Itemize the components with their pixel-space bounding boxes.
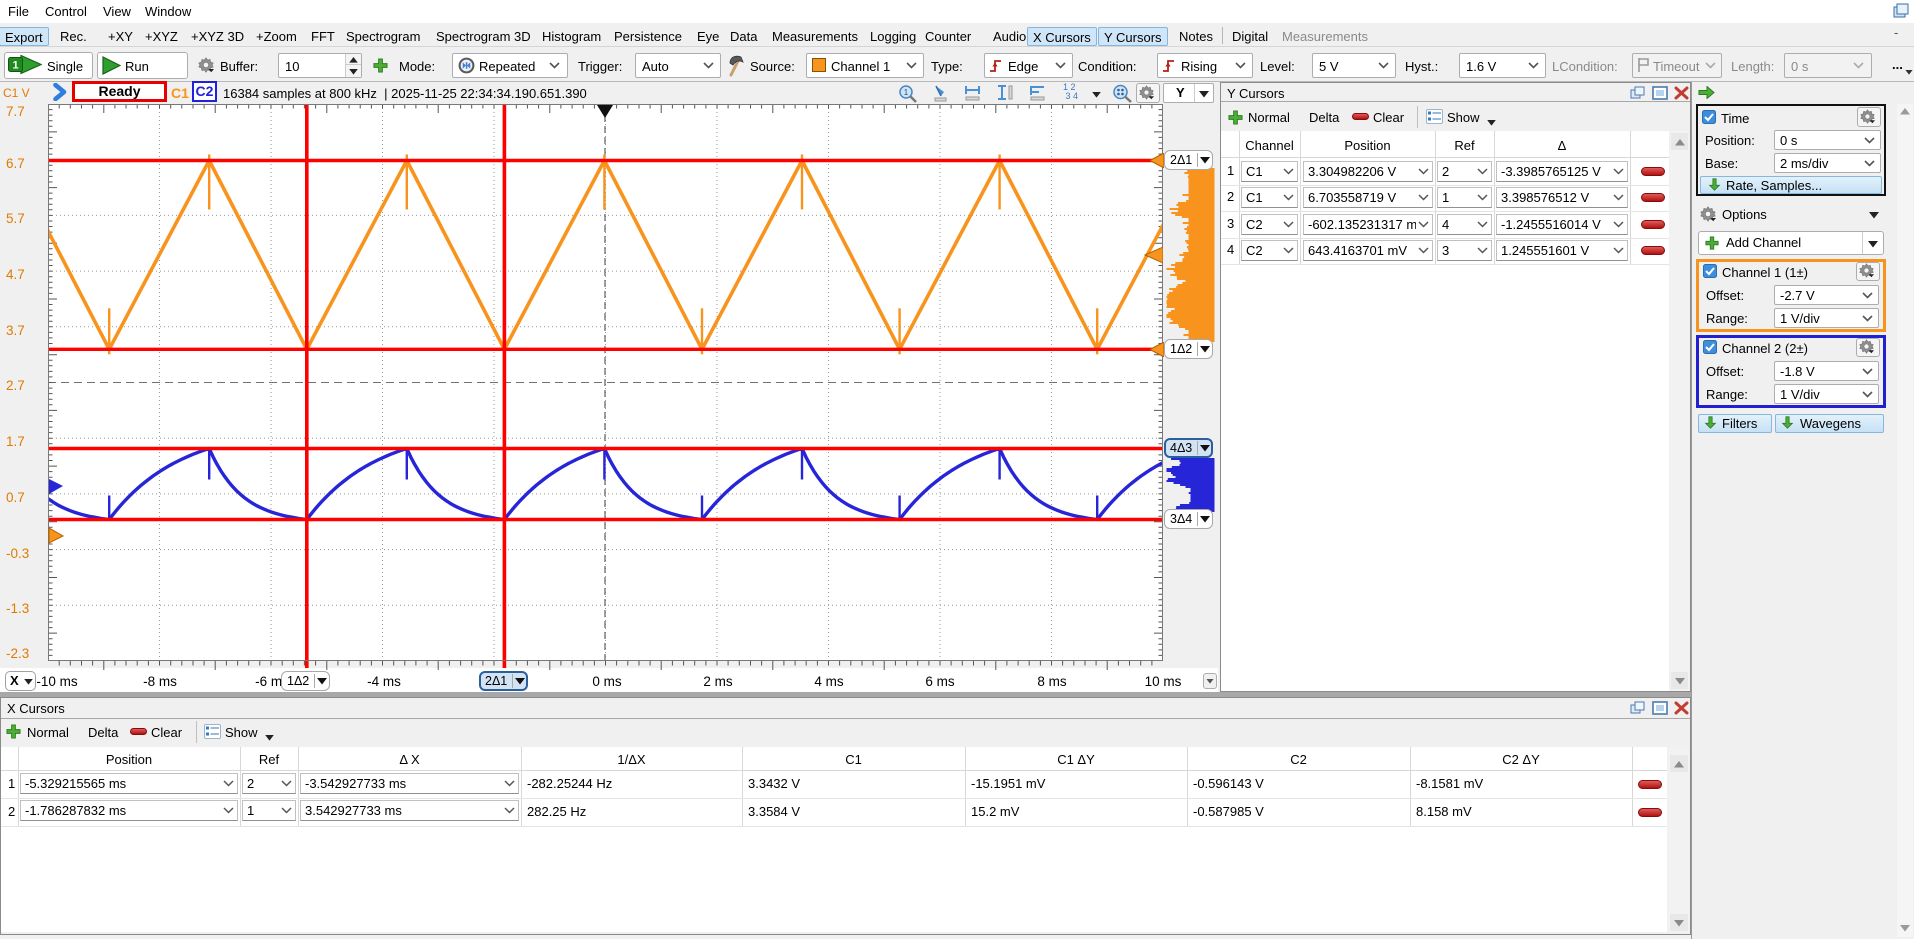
svg-text:1: 1 — [12, 60, 18, 72]
svg-text:1: 1 — [904, 88, 909, 97]
